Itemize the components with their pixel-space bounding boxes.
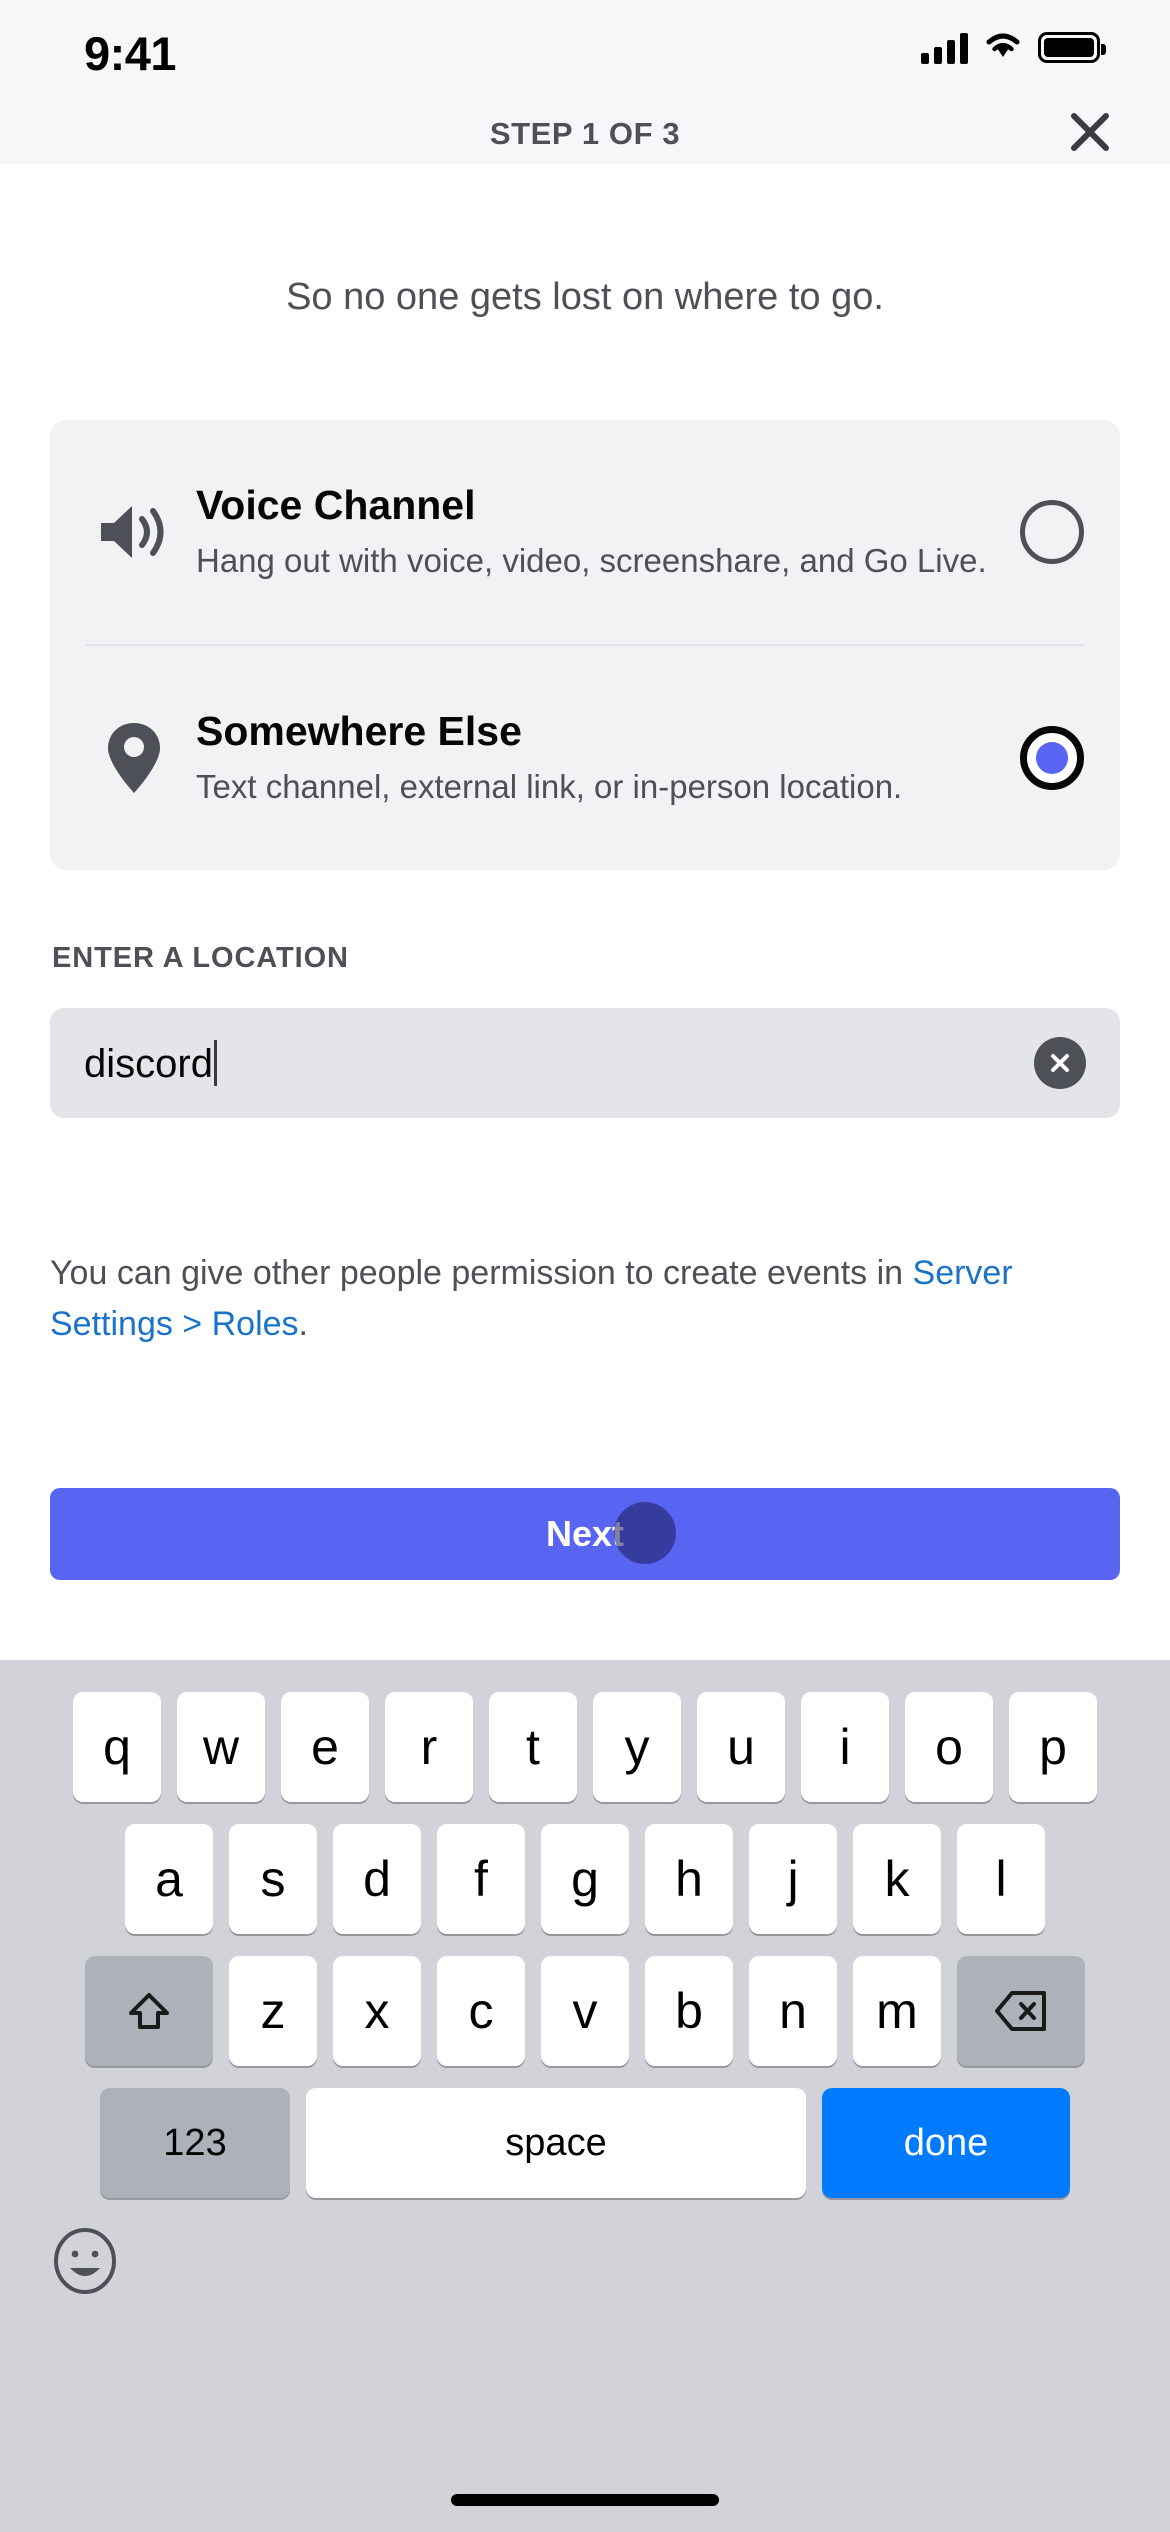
key-k[interactable]: k (853, 1824, 941, 1934)
location-field-label: ENTER A LOCATION (52, 942, 349, 974)
key-x[interactable]: x (333, 1956, 421, 2066)
status-bar-time: 9:41 (84, 27, 177, 80)
key-a[interactable]: a (125, 1824, 213, 1934)
key-w[interactable]: w (177, 1692, 265, 1802)
key-t[interactable]: t (489, 1692, 577, 1802)
battery-icon (1038, 32, 1106, 63)
key-z[interactable]: z (229, 1956, 317, 2066)
keyboard-row-4: 123 space done (0, 2066, 1170, 2198)
location-pin-icon (86, 721, 182, 795)
text-cursor (213, 1039, 217, 1086)
key-m[interactable]: m (853, 1956, 941, 2066)
backspace-delete-icon[interactable] (957, 1956, 1085, 2066)
app-screen: 9:41 STEP 1 OF 3 So no one gets lost on … (0, 0, 1170, 2532)
key-e[interactable]: e (281, 1692, 369, 1802)
emoji-smiley-icon[interactable] (52, 2228, 118, 2294)
done-key[interactable]: done (822, 2088, 1070, 2198)
next-button[interactable]: Next (50, 1488, 1120, 1580)
key-s[interactable]: s (229, 1824, 317, 1934)
space-key[interactable]: space (306, 2088, 806, 2198)
option-title: Somewhere Else (196, 707, 522, 754)
status-bar: 9:41 (0, 0, 1170, 100)
key-u[interactable]: u (697, 1692, 785, 1802)
key-o[interactable]: o (905, 1692, 993, 1802)
key-h[interactable]: h (645, 1824, 733, 1934)
key-j[interactable]: j (749, 1824, 837, 1934)
key-g[interactable]: g (541, 1824, 629, 1934)
close-icon[interactable] (1062, 104, 1118, 160)
keyboard-row-3: z x c v b n m (0, 1934, 1170, 2066)
home-indicator-bar (451, 2494, 719, 2506)
clear-circle-icon[interactable] (1034, 1037, 1086, 1089)
option-voice-channel[interactable]: Voice Channel Hang out with voice, video… (50, 420, 1120, 644)
keyboard-row-2: a s d f g h j k l (0, 1802, 1170, 1934)
location-input-container[interactable]: discord (50, 1008, 1120, 1118)
option-description: Text channel, external link, or in-perso… (196, 767, 903, 805)
key-c[interactable]: c (437, 1956, 525, 2066)
helper-text-before: You can give other people permission to … (50, 1254, 913, 1292)
key-i[interactable]: i (801, 1692, 889, 1802)
status-bar-indicators (921, 30, 1106, 65)
page-subtitle: So no one gets lost on where to go. (286, 276, 884, 318)
key-y[interactable]: y (593, 1692, 681, 1802)
virtual-keyboard: q w e r t y u i o p a s d f g h j k l z (0, 1660, 1170, 2532)
modal-header: STEP 1 OF 3 (0, 100, 1170, 164)
radio-somewhere-else[interactable] (1020, 726, 1084, 790)
key-l[interactable]: l (957, 1824, 1045, 1934)
permissions-helper-text: You can give other people permission to … (50, 1248, 1130, 1350)
option-title: Voice Channel (196, 481, 476, 528)
radio-voice-channel[interactable] (1020, 500, 1084, 564)
option-voice-channel-text: Voice Channel Hang out with voice, video… (182, 482, 1020, 583)
keyboard-row-1: q w e r t y u i o p (0, 1660, 1170, 1802)
key-p[interactable]: p (1009, 1692, 1097, 1802)
option-description: Hang out with voice, video, screenshare,… (196, 541, 987, 579)
keyboard-bottom-bar (0, 2198, 1170, 2368)
cellular-signal-icon (921, 32, 968, 64)
key-r[interactable]: r (385, 1692, 473, 1802)
shift-arrow-icon[interactable] (85, 1956, 213, 2066)
key-b[interactable]: b (645, 1956, 733, 2066)
numbers-key[interactable]: 123 (100, 2088, 290, 2198)
key-q[interactable]: q (73, 1692, 161, 1802)
location-type-options: Voice Channel Hang out with voice, video… (50, 420, 1120, 870)
helper-text-after: . (298, 1305, 308, 1343)
step-indicator-title: STEP 1 OF 3 (489, 116, 681, 151)
key-v[interactable]: v (541, 1956, 629, 2066)
key-d[interactable]: d (333, 1824, 421, 1934)
key-n[interactable]: n (749, 1956, 837, 2066)
location-input[interactable]: discord (84, 1039, 1034, 1087)
option-somewhere-else[interactable]: Somewhere Else Text channel, external li… (50, 646, 1120, 870)
wifi-icon (984, 30, 1022, 65)
option-somewhere-else-text: Somewhere Else Text channel, external li… (182, 708, 1020, 809)
speaker-volume-icon (86, 497, 182, 567)
key-f[interactable]: f (437, 1824, 525, 1934)
location-input-value: discord (84, 1041, 213, 1086)
touch-indicator (614, 1502, 676, 1564)
next-button-label: Next (545, 1513, 625, 1554)
